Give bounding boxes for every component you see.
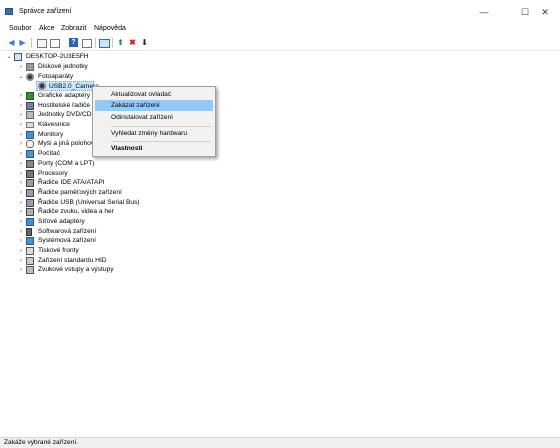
help-icon[interactable]: ? [69, 38, 78, 47]
update-driver-icon[interactable]: ⬆ [116, 38, 125, 47]
tree-item-label: Řadiče zvuku, videa a her [38, 208, 114, 215]
storage-controller-icon [26, 189, 34, 197]
processor-icon [26, 170, 34, 178]
dvd-icon [26, 111, 34, 119]
window-title: Správce zařízení [19, 8, 72, 15]
system-device-icon [26, 237, 34, 245]
status-text: Zakáže vybrané zařízení. [4, 439, 79, 446]
toolbar-separator [95, 38, 96, 48]
tree-item-label: Grafické adaptéry [38, 92, 91, 99]
tree-item-label: Počítač [38, 150, 60, 157]
device-manager-icon [5, 8, 13, 15]
tree-root-label: DESKTOP-2U3E5FH [26, 53, 89, 60]
device-tree: ⌄ DESKTOP-2U3E5FH › Diskové jednotky ⌄ F… [0, 51, 560, 436]
network-adapter-icon [26, 218, 34, 226]
software-device-icon [26, 228, 32, 236]
menu-akce[interactable]: Akce [39, 25, 55, 32]
tree-item-label: Jednotky DVD/CD- [38, 111, 94, 118]
back-icon[interactable]: ◀ [7, 38, 16, 47]
print-queue-icon [26, 247, 34, 255]
chevron-right-icon[interactable]: › [18, 149, 24, 159]
tree-item-label: Myši a jiná polohov [38, 140, 95, 147]
tree-item-label: Systémová zařízení [38, 237, 96, 244]
chevron-right-icon[interactable]: › [18, 178, 24, 188]
menu-napoveda[interactable]: Nápověda [94, 25, 126, 32]
chevron-down-icon[interactable]: ⌄ [18, 72, 24, 82]
resources-view-icon[interactable] [82, 39, 92, 48]
sound-icon [26, 208, 34, 216]
title-bar: Správce zařízení — ☐ ✕ [0, 0, 560, 22]
computer-icon [14, 53, 22, 61]
display-adapter-icon [26, 92, 34, 100]
chevron-right-icon[interactable]: › [18, 91, 24, 101]
chevron-right-icon[interactable]: › [18, 159, 24, 169]
tree-item-label: Řadiče paměťových zařízení [38, 189, 122, 196]
camera-icon [38, 82, 46, 90]
context-menu: Aktualizovat ovladač Zakázat zařízení Od… [92, 86, 216, 157]
menu-item-update-driver[interactable]: Aktualizovat ovladač [95, 89, 213, 100]
computer-icon [26, 150, 34, 158]
tree-item-label: Síťové adaptéry [38, 218, 85, 225]
toolbar-separator [112, 38, 113, 48]
list-view-icon[interactable] [50, 39, 60, 48]
chevron-down-icon[interactable]: ⌄ [6, 52, 12, 62]
mouse-icon [26, 140, 34, 148]
disk-drive-icon [26, 63, 34, 71]
controller-icon [26, 102, 34, 110]
menu-soubor[interactable]: Soubor [9, 25, 32, 32]
usb-controller-icon [26, 199, 34, 207]
disable-device-icon[interactable]: ⬇ [140, 38, 149, 47]
uninstall-icon[interactable]: ✖ [128, 38, 137, 47]
close-button[interactable]: ✕ [530, 3, 560, 21]
tree-item-label: Řadiče IDE ATA/ATAPI [38, 179, 105, 186]
tree-item-label: Tiskové fronty [38, 247, 79, 254]
tree-item-selected[interactable]: USB2.0_Camera [36, 81, 99, 91]
tree-item-label: Zvukové vstupy a výstupy [38, 266, 114, 273]
scan-hardware-icon[interactable] [99, 39, 110, 48]
menu-bar: Soubor Akce Zobrazit Nápověda [0, 23, 560, 36]
chevron-right-icon[interactable]: › [18, 120, 24, 130]
hid-icon [26, 257, 34, 265]
menu-item-uninstall-device[interactable]: Odinstalovat zařízení [95, 112, 213, 123]
tree-item-label: Porty (COM a LPT) [38, 160, 95, 167]
chevron-right-icon[interactable]: › [18, 207, 24, 217]
properties-view-icon[interactable] [37, 39, 47, 48]
menu-item-scan-hardware[interactable]: Vyhledat změny hardwaru [95, 128, 213, 139]
monitor-icon [26, 131, 34, 139]
menu-separator [111, 126, 211, 127]
device-manager-window: Správce zařízení — ☐ ✕ Soubor Akce Zobra… [0, 0, 560, 448]
menu-item-properties[interactable]: Vlastnosti [95, 143, 213, 154]
chevron-right-icon[interactable]: › [18, 188, 24, 198]
menu-item-disable-device[interactable]: Zakázat zařízení [95, 100, 213, 111]
forward-icon[interactable]: ▶ [18, 38, 27, 47]
toolbar-separator [31, 38, 32, 48]
chevron-right-icon[interactable]: › [18, 265, 24, 275]
keyboard-icon [26, 122, 34, 128]
toolbar: ◀ ▶ ? ⬆ ✖ ⬇ [0, 36, 560, 51]
menu-zobrazit[interactable]: Zobrazit [61, 25, 86, 32]
port-icon [26, 160, 34, 168]
tree-item-label: Klávesnice [38, 121, 70, 128]
chevron-right-icon[interactable]: › [18, 236, 24, 246]
audio-io-icon [26, 266, 34, 274]
tree-item-label: Diskové jednotky [38, 63, 88, 70]
chevron-right-icon[interactable]: › [18, 110, 24, 120]
chevron-right-icon[interactable]: › [18, 139, 24, 149]
minimize-button[interactable]: — [469, 3, 499, 21]
chevron-right-icon[interactable]: › [18, 246, 24, 256]
chevron-right-icon[interactable]: › [18, 217, 24, 227]
camera-icon [26, 73, 34, 81]
chevron-right-icon[interactable]: › [18, 62, 24, 72]
menu-separator [111, 141, 211, 142]
ide-controller-icon [26, 179, 34, 187]
status-bar: Zakáže vybrané zařízení. [0, 437, 560, 448]
